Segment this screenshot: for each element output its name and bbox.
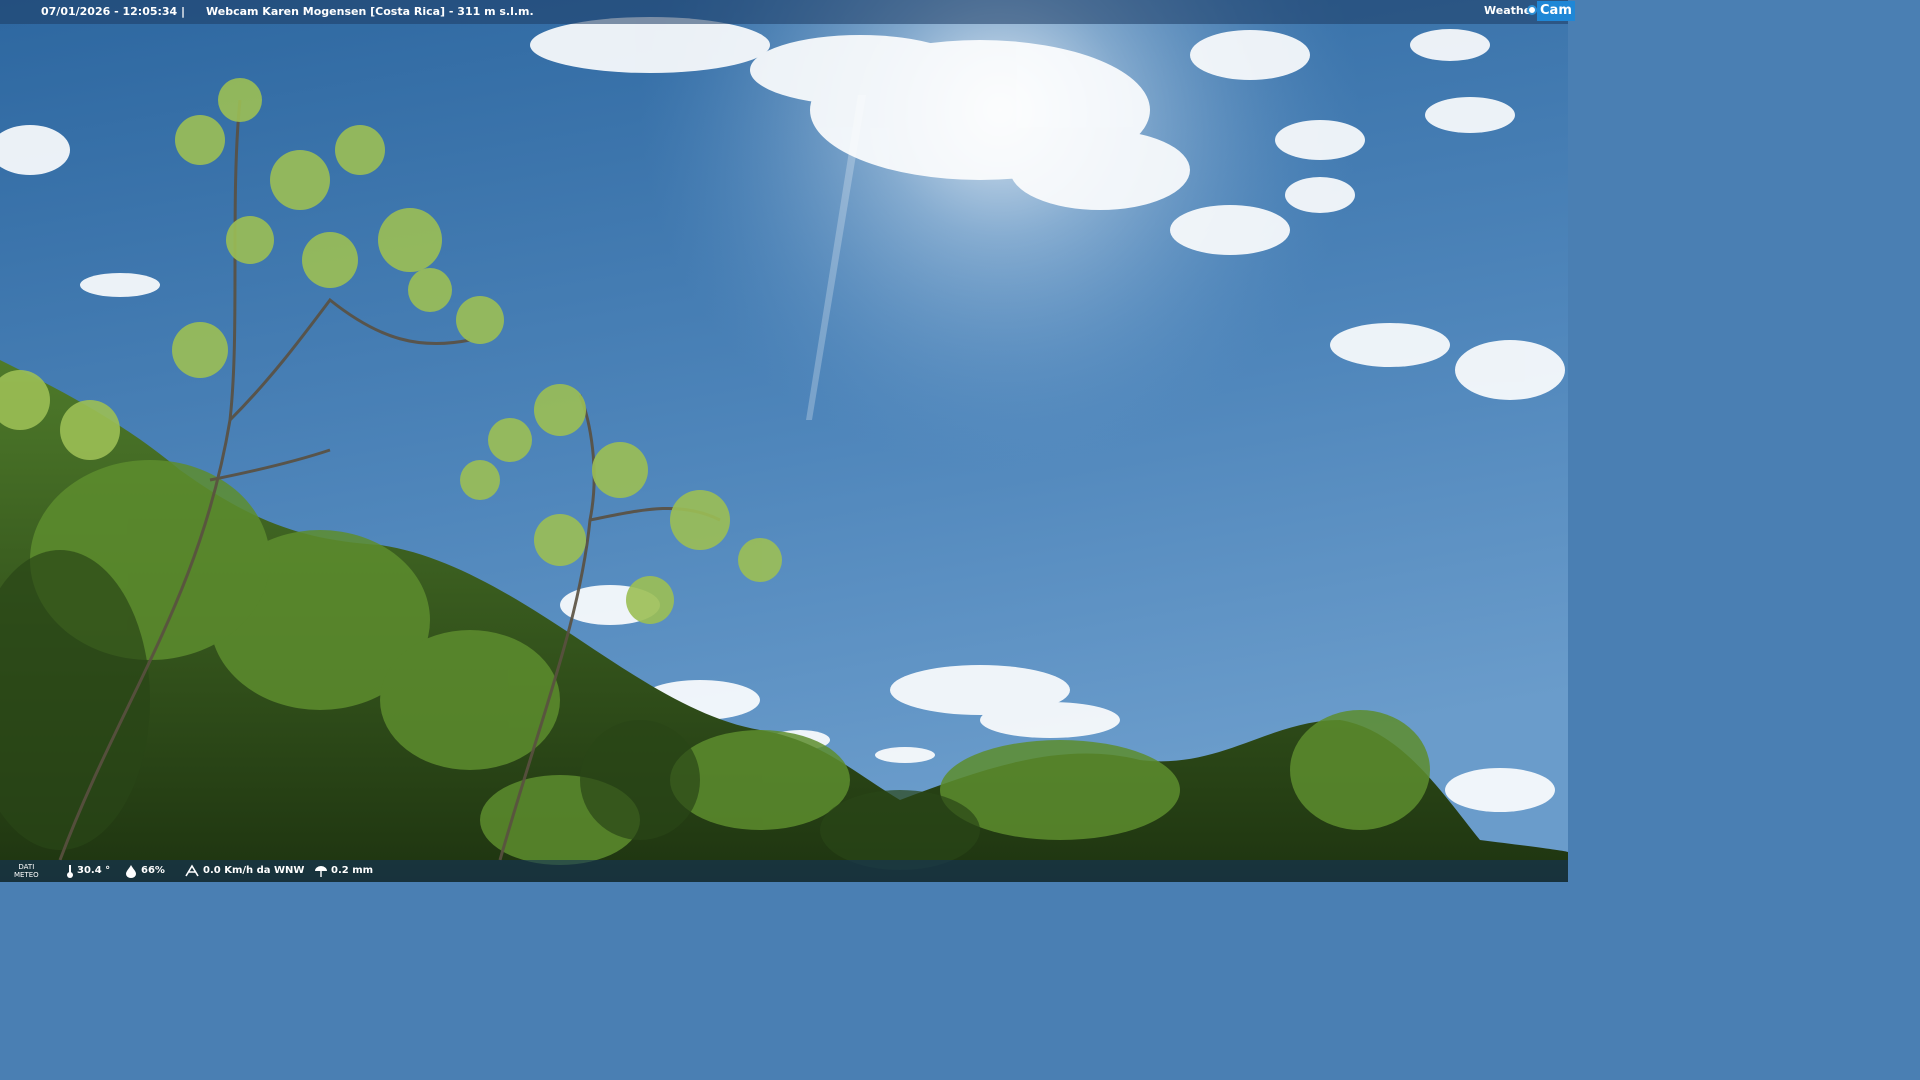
- wind-value: 0.0 Km/h da WNW: [203, 865, 305, 876]
- temperature-reading: 30.4 °: [66, 860, 110, 882]
- rain-reading: 0.2 mm: [314, 860, 373, 882]
- humidity-icon: [124, 864, 138, 878]
- weathercam-logo[interactable]: Weather Cam: [1482, 0, 1575, 22]
- wind-icon: [184, 864, 200, 878]
- timestamp: 07/01/2026 - 12:05:34: [41, 5, 178, 18]
- weather-data-bar: DATI METEO 30.4 ° 66% 0.0 Km/h da WNW 0.…: [0, 860, 1568, 882]
- webcam-image: [0, 0, 1568, 882]
- wind-reading: 0.0 Km/h da WNW: [184, 860, 304, 882]
- rain-value: 0.2 mm: [331, 865, 374, 876]
- rain-icon: [314, 864, 328, 878]
- weather-bar-label: DATI METEO: [14, 863, 39, 879]
- temperature-value: 30.4 °: [77, 865, 111, 876]
- weather-bar-label-line2: METEO: [14, 871, 39, 879]
- humidity-reading: 66%: [124, 860, 165, 882]
- logo-cam-text: Cam: [1537, 1, 1575, 21]
- thermometer-icon: [66, 864, 74, 878]
- humidity-value: 66%: [141, 865, 165, 876]
- header-bar: 07/01/2026 - 12:05:34 | Webcam Karen Mog…: [0, 0, 1568, 24]
- webcam-title: Webcam Karen Mogensen [Costa Rica] - 311…: [206, 5, 534, 18]
- logo-dot-icon: [1527, 5, 1537, 15]
- weather-bar-label-line1: DATI: [18, 863, 35, 871]
- header-separator: |: [181, 5, 186, 18]
